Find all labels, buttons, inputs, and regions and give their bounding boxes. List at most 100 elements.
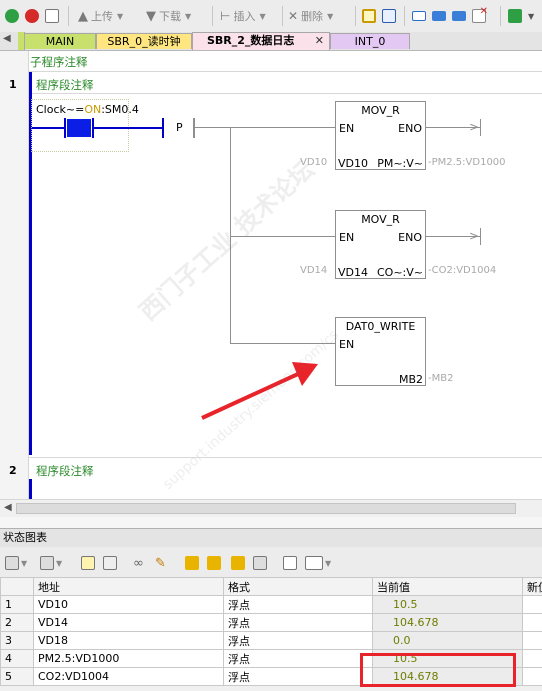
pencil-icon[interactable]: ✎ <box>155 554 166 572</box>
table-row[interactable]: 1 VD10 浮点 10.5 <box>0 595 542 614</box>
scroll-left-icon[interactable]: ◀ <box>4 502 12 513</box>
format-cell[interactable]: 浮点 <box>223 631 373 650</box>
address-cell[interactable]: VD18 <box>33 631 224 650</box>
read-icon[interactable] <box>253 554 267 572</box>
horizontal-scrollbar[interactable]: ◀ <box>0 499 542 517</box>
table-row[interactable]: 3 VD18 浮点 0.0 <box>0 631 542 650</box>
current-value-cell: 104.678 <box>372 613 523 632</box>
address-cell[interactable]: VD10 <box>33 595 224 614</box>
toolbar-separator <box>500 6 501 26</box>
remove-icon[interactable]: ▼ <box>40 554 62 572</box>
row-index: 5 <box>0 667 34 686</box>
status-chart-header: 状态图表 <box>0 528 542 547</box>
format-cell[interactable]: 浮点 <box>223 667 373 686</box>
new-value-cell[interactable] <box>522 595 542 614</box>
network-comment[interactable]: 程序段注释 <box>36 77 94 93</box>
out-pin: MB2 <box>398 373 423 386</box>
column-header[interactable]: 地址 <box>33 577 224 596</box>
tab-int-0[interactable]: INT_0 <box>330 33 410 49</box>
run-icon[interactable] <box>5 7 19 25</box>
network-icon[interactable] <box>412 7 426 25</box>
format-cell[interactable]: 浮点 <box>223 595 373 614</box>
divider <box>29 457 542 458</box>
column-header[interactable]: 格式 <box>223 577 373 596</box>
new-value-cell[interactable] <box>522 649 542 668</box>
mov-r-block[interactable]: MOV_R EN ENO VD10 PM~:V~ <box>335 101 426 170</box>
dat0-write-block[interactable]: DAT0_WRITE EN MB2 <box>335 317 426 386</box>
en-pin: EN <box>339 338 355 351</box>
output-ext-label: -MB2 <box>428 373 454 384</box>
address-cell[interactable]: VD14 <box>33 613 224 632</box>
address-cell[interactable]: PM2.5:VD1000 <box>33 649 224 668</box>
column-header[interactable]: 新值 <box>522 577 542 596</box>
upload-button[interactable]: ▲ 上传 ▼ <box>78 7 123 25</box>
column-header <box>0 577 34 596</box>
new-value-cell[interactable] <box>522 667 542 686</box>
output-ext-label: -CO2:VD1004 <box>428 265 497 276</box>
arrow-left-icon[interactable] <box>432 7 446 25</box>
arrow-right-icon[interactable] <box>452 7 466 25</box>
compile-icon[interactable] <box>508 7 522 25</box>
grid-icon[interactable] <box>382 7 396 25</box>
chevron-down-icon: ▼ <box>259 11 266 21</box>
add-icon[interactable]: ▼ <box>5 554 27 572</box>
subroutine-comment[interactable]: 子程序注释 <box>30 54 88 70</box>
stop-icon[interactable] <box>25 7 39 25</box>
insert-button[interactable]: ⊢ 插入 ▼ <box>220 7 266 25</box>
block-title: MOV_R <box>361 104 400 117</box>
tab-scroll-left-icon[interactable]: ◀ <box>3 33 11 44</box>
contact-label: Clock~=ON:SM0.4 <box>36 103 139 116</box>
new-value-cell[interactable] <box>522 613 542 632</box>
pause-icon[interactable] <box>103 554 117 572</box>
table-header-row: 地址 格式 当前值 新值 <box>0 577 542 596</box>
en-pin: EN <box>339 122 355 135</box>
new-value-cell[interactable] <box>522 631 542 650</box>
unlock-icon[interactable] <box>207 554 221 572</box>
format-icon[interactable]: ▼ <box>305 554 331 572</box>
column-header[interactable]: 当前值 <box>372 577 523 596</box>
force-icon[interactable] <box>231 554 245 572</box>
tab-sbr-2[interactable]: SBR_2_数据日志 ✕ <box>192 32 330 50</box>
output-arrow-icon: > <box>469 120 480 134</box>
mov-r-block[interactable]: MOV_R EN ENO VD14 CO~:V~ <box>335 210 426 279</box>
lock-icon[interactable] <box>185 554 199 572</box>
delete-icon: ✕ <box>288 9 299 23</box>
insert-icon: ⊢ <box>220 9 231 23</box>
network-number: 2 <box>9 464 17 477</box>
arrow-bar <box>480 119 481 136</box>
delete-network-icon[interactable]: ✕ <box>472 6 488 25</box>
trend-icon[interactable] <box>81 554 95 572</box>
tab-sbr-0[interactable]: SBR_0_读时钟 <box>96 33 192 49</box>
highlight-box <box>360 653 516 687</box>
row-index: 3 <box>0 631 34 650</box>
main-toolbar: ▲ 上传 ▼ ▼ 下载 ▼ ⊢ 插入 ▼ ✕ 删除 ▼ ✕ ▼ <box>0 0 542 33</box>
glasses-icon[interactable]: ∞ <box>133 554 144 572</box>
table-row[interactable]: 2 VD14 浮点 104.678 <box>0 613 542 632</box>
block-title: DAT0_WRITE <box>345 320 416 333</box>
address-cell[interactable]: CO2:VD1004 <box>33 667 224 686</box>
scrollbar-thumb[interactable] <box>16 503 516 514</box>
close-icon[interactable]: ✕ <box>315 33 324 49</box>
input-ext-label: VD14 <box>300 265 328 276</box>
divider <box>29 71 542 72</box>
monitor-icon[interactable] <box>362 7 376 25</box>
download-button[interactable]: ▼ 下载 ▼ <box>146 7 191 25</box>
chart-icon[interactable] <box>283 554 297 572</box>
compile-dropdown-icon[interactable]: ▼ <box>528 7 534 25</box>
toolbar-separator <box>355 6 356 26</box>
p-contact-label: P <box>176 121 183 134</box>
ladder-editor[interactable]: 子程序注释 1 程序段注释 Clock~=ON:SM0.4 P MOV_R EN… <box>0 51 542 499</box>
contact-selected-fill <box>67 119 91 137</box>
network-comment[interactable]: 程序段注释 <box>36 463 94 479</box>
toolbar-separator <box>68 6 69 26</box>
format-cell[interactable]: 浮点 <box>223 613 373 632</box>
edit-icon[interactable] <box>45 7 59 25</box>
format-cell[interactable]: 浮点 <box>223 649 373 668</box>
tab-main[interactable]: MAIN <box>24 33 96 49</box>
eno-pin: ENO <box>398 122 422 135</box>
output-ext-label: -PM2.5:VD1000 <box>428 157 506 168</box>
delete-button[interactable]: ✕ 删除 ▼ <box>288 7 333 25</box>
arrow-bar <box>480 228 481 245</box>
splitter[interactable] <box>0 517 542 528</box>
wire <box>195 127 335 128</box>
